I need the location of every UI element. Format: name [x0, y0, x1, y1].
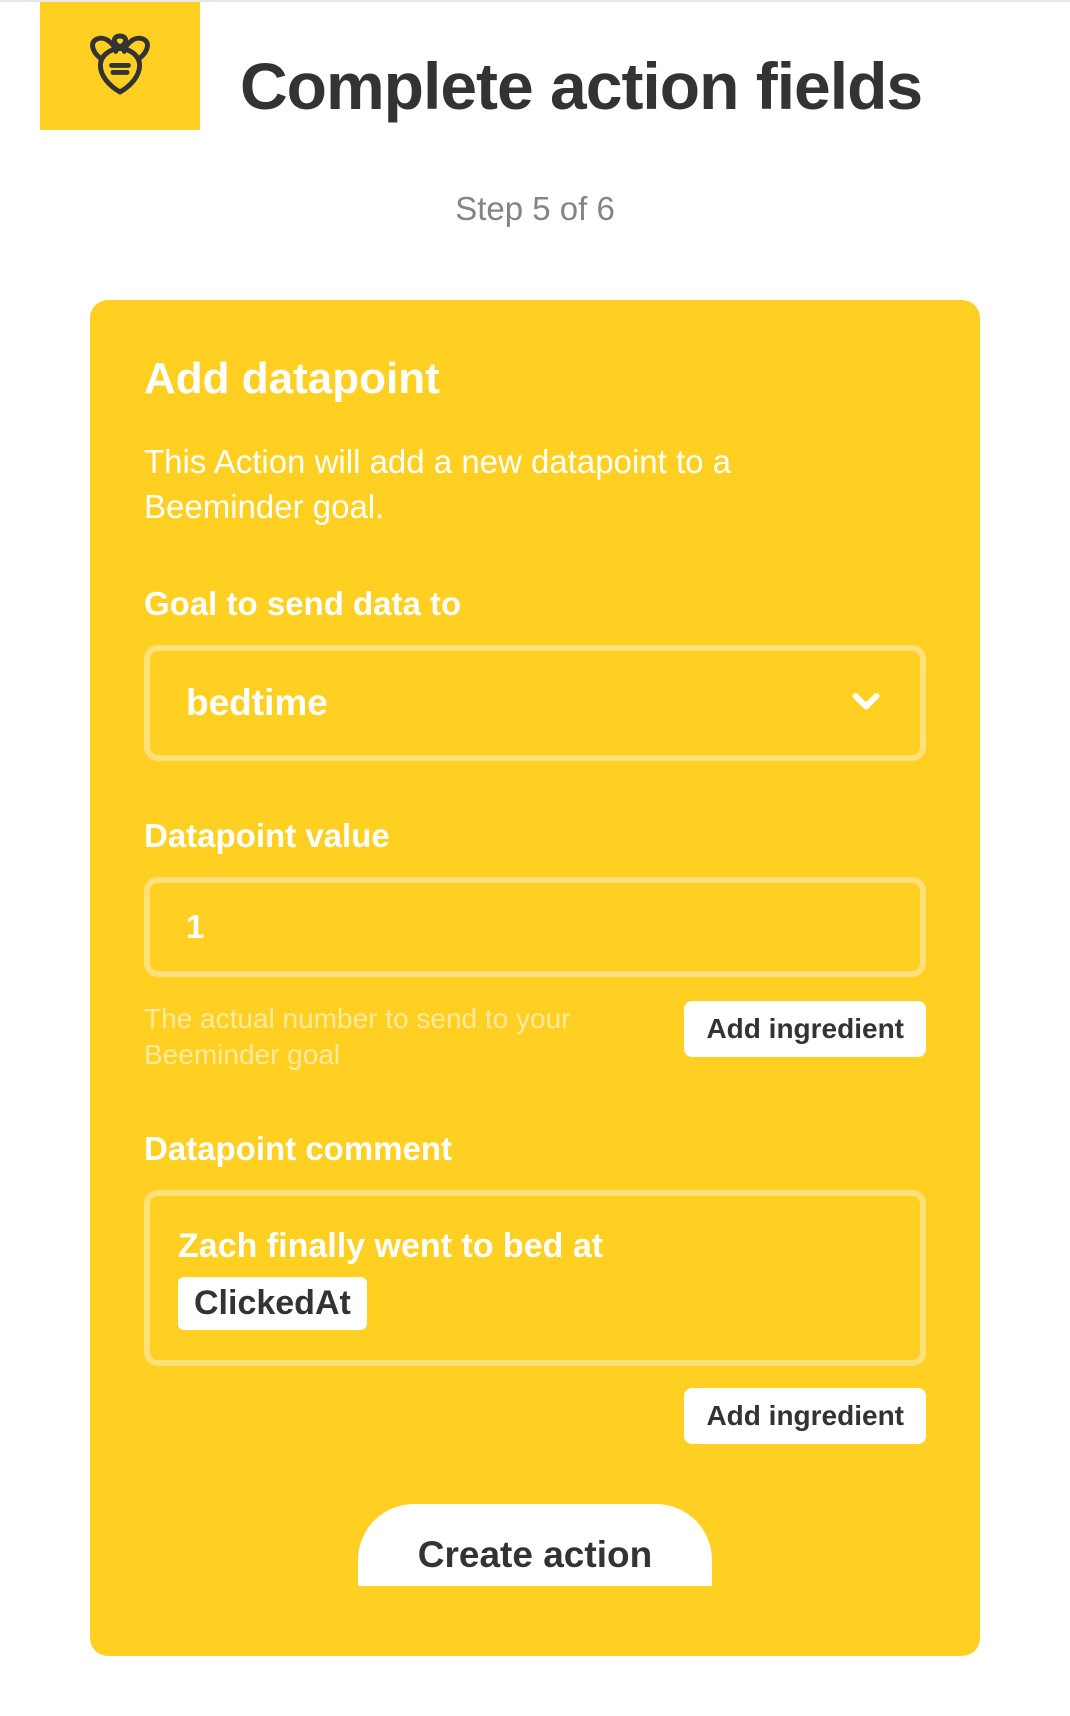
add-ingredient-button-value[interactable]: Add ingredient	[684, 1001, 926, 1057]
value-helper-text: The actual number to send to your Beemin…	[144, 1001, 574, 1074]
comment-text-value: Zach finally went to bed at	[178, 1227, 603, 1265]
value-label: Datapoint value	[144, 817, 926, 855]
card-description: This Action will add a new datapoint to …	[144, 440, 824, 529]
value-input[interactable]	[186, 908, 884, 946]
value-input-wrap[interactable]	[144, 877, 926, 977]
comment-label: Datapoint comment	[144, 1130, 926, 1168]
action-card: Add datapoint This Action will add a new…	[90, 300, 980, 1656]
create-action-button[interactable]: Create action	[358, 1504, 712, 1586]
chevron-down-icon	[848, 683, 884, 724]
header: Complete action fields Step 5 of 6	[0, 2, 1070, 228]
comment-input[interactable]: Zach finally went to bed at ClickedAt	[144, 1190, 926, 1367]
bee-icon	[85, 29, 155, 104]
goal-select[interactable]: bedtime	[144, 645, 926, 761]
service-tile-beeminder	[40, 2, 200, 130]
ingredient-chip-clickedat[interactable]: ClickedAt	[178, 1277, 367, 1330]
page-title: Complete action fields	[240, 48, 922, 124]
goal-label: Goal to send data to	[144, 585, 926, 623]
card-title: Add datapoint	[144, 354, 926, 404]
comment-text: Zach finally went to bed at ClickedAt	[178, 1222, 892, 1331]
step-indicator: Step 5 of 6	[40, 190, 1030, 228]
add-ingredient-button-comment[interactable]: Add ingredient	[684, 1388, 926, 1444]
goal-select-value: bedtime	[186, 682, 328, 724]
